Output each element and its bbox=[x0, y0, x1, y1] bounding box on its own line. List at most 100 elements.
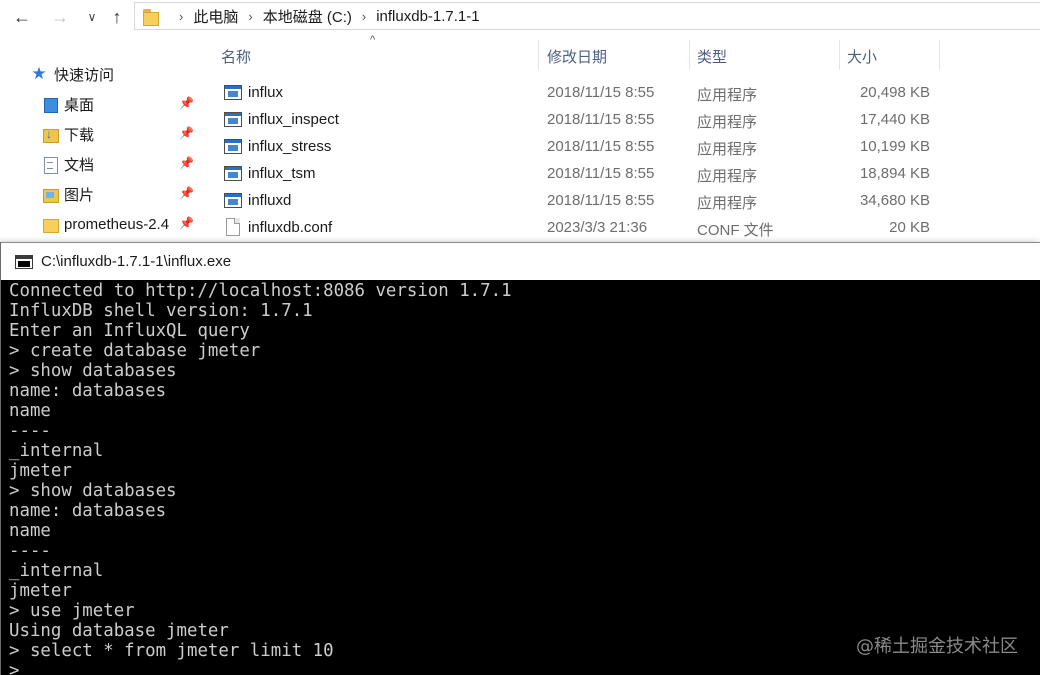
column-header-date[interactable]: 修改日期 bbox=[547, 44, 607, 68]
file-row-influx-inspect[interactable]: influx_inspect 2018/11/15 8:55 应用程序 17,4… bbox=[218, 107, 1040, 134]
breadcrumb-this-pc[interactable]: 此电脑 bbox=[193, 6, 238, 27]
file-name: influx_stress bbox=[248, 138, 332, 155]
file-name: influx_inspect bbox=[248, 111, 339, 128]
pin-icon[interactable]: 📌 bbox=[179, 186, 194, 200]
console-line: name bbox=[9, 521, 51, 541]
sidebar-item-label: 桌面 bbox=[64, 96, 95, 114]
console-line: Connected to http://localhost:8086 versi… bbox=[9, 281, 512, 301]
file-size: 10,199 KB bbox=[859, 138, 930, 155]
file-type: CONF 文件 bbox=[697, 222, 774, 239]
console-line: _internal bbox=[9, 441, 104, 461]
console-line: > create database jmeter bbox=[9, 341, 261, 361]
navigation-pane: ★ 快速访问 桌面 📌 下载 📌 文档 📌 图片 📌 prometheus-2.… bbox=[0, 58, 200, 243]
file-date: 2018/11/15 8:55 bbox=[547, 84, 655, 101]
file-name: influx bbox=[248, 84, 284, 101]
documents-folder-icon bbox=[42, 156, 58, 174]
file-row-influx-tsm[interactable]: influx_tsm 2018/11/15 8:55 应用程序 18,894 K… bbox=[218, 161, 1040, 188]
sidebar-item-label: prometheus-2.4 bbox=[64, 215, 170, 233]
file-date: 2018/11/15 8:55 bbox=[547, 138, 655, 155]
star-icon: ★ bbox=[31, 64, 47, 83]
file-row-influx[interactable]: influx 2018/11/15 8:55 应用程序 20,498 KB bbox=[218, 80, 1040, 107]
downloads-folder-icon bbox=[42, 126, 59, 143]
file-type: 应用程序 bbox=[697, 168, 758, 185]
console-line: jmeter bbox=[9, 581, 72, 601]
console-title-bar[interactable]: C:\influxdb-1.7.1-1\influx.exe bbox=[1, 242, 1040, 280]
column-divider[interactable] bbox=[939, 40, 940, 70]
breadcrumb-current-folder[interactable]: influxdb-1.7.1-1 bbox=[376, 8, 479, 25]
sidebar-item-downloads[interactable]: 下载 📌 bbox=[30, 122, 198, 146]
sidebar-item-label: 图片 bbox=[64, 186, 95, 204]
file-date: 2018/11/15 8:55 bbox=[547, 192, 655, 209]
file-size: 20 KB bbox=[889, 219, 930, 236]
recent-locations-chevron-icon[interactable]: ∨ bbox=[82, 4, 102, 30]
exe-icon bbox=[224, 139, 242, 154]
file-date: 2018/11/15 8:55 bbox=[547, 111, 655, 128]
back-arrow-icon[interactable]: ← bbox=[8, 4, 36, 30]
file-size: 18,894 KB bbox=[859, 165, 930, 182]
column-header-size[interactable]: 大小 bbox=[847, 44, 877, 68]
file-size: 17,440 KB bbox=[859, 111, 930, 128]
column-divider[interactable] bbox=[538, 40, 539, 70]
address-bar-row: ← → ∨ ↑ › 此电脑 › 本地磁盘 (C:) › influxdb-1.7… bbox=[0, 0, 1040, 34]
console-line: jmeter bbox=[9, 461, 72, 481]
column-divider[interactable] bbox=[839, 40, 840, 70]
sidebar-item-label: 下载 bbox=[64, 126, 95, 144]
address-bar[interactable]: › 此电脑 › 本地磁盘 (C:) › influxdb-1.7.1-1 bbox=[134, 2, 1040, 30]
console-output[interactable]: Connected to http://localhost:8086 versi… bbox=[1, 280, 1040, 675]
desktop-folder-icon bbox=[42, 96, 58, 113]
file-name: influxdb.conf bbox=[248, 219, 333, 236]
exe-icon bbox=[224, 193, 242, 208]
file-name: influx_tsm bbox=[248, 165, 316, 182]
sidebar-item-desktop[interactable]: 桌面 📌 bbox=[30, 92, 198, 116]
column-header-type[interactable]: 类型 bbox=[697, 44, 727, 68]
sidebar-item-label: 快速访问 bbox=[54, 66, 115, 84]
file-type: 应用程序 bbox=[697, 195, 758, 212]
console-line: ---- bbox=[9, 541, 51, 561]
console-line: name bbox=[9, 401, 51, 421]
console-line: name: databases bbox=[9, 501, 167, 521]
file-type: 应用程序 bbox=[697, 114, 758, 131]
console-line: _internal bbox=[9, 561, 104, 581]
breadcrumb-local-disk[interactable]: 本地磁盘 (C:) bbox=[263, 6, 352, 27]
console-line: > use jmeter bbox=[9, 601, 135, 621]
forward-arrow-icon[interactable]: → bbox=[46, 4, 74, 30]
sidebar-item-label: 文档 bbox=[64, 156, 95, 174]
pin-icon[interactable]: 📌 bbox=[179, 156, 194, 170]
console-app-icon[interactable] bbox=[15, 254, 33, 269]
file-size: 20,498 KB bbox=[859, 84, 930, 101]
exe-icon bbox=[224, 85, 242, 100]
console-line: > show databases bbox=[9, 361, 177, 381]
file-type: 应用程序 bbox=[697, 87, 758, 104]
pictures-folder-icon bbox=[42, 186, 59, 203]
console-title: C:\influxdb-1.7.1-1\influx.exe bbox=[41, 253, 232, 270]
pin-icon[interactable]: 📌 bbox=[179, 216, 194, 230]
console-line: name: databases bbox=[9, 381, 167, 401]
exe-icon bbox=[224, 166, 242, 181]
file-row-influxd[interactable]: influxd 2018/11/15 8:55 应用程序 34,680 KB bbox=[218, 188, 1040, 215]
file-name: influxd bbox=[248, 192, 292, 209]
console-prompt-line: > bbox=[9, 661, 20, 675]
sidebar-item-documents[interactable]: 文档 📌 bbox=[30, 152, 198, 176]
breadcrumb-separator: › bbox=[248, 8, 253, 24]
file-icon bbox=[226, 218, 240, 236]
column-header-name[interactable]: 名称 bbox=[221, 44, 251, 68]
sidebar-item-pictures[interactable]: 图片 📌 bbox=[30, 182, 198, 206]
pin-icon[interactable]: 📌 bbox=[179, 126, 194, 140]
up-arrow-icon[interactable]: ↑ bbox=[104, 4, 130, 30]
file-type: 应用程序 bbox=[697, 141, 758, 158]
sidebar-item-quick-access[interactable]: ★ 快速访问 bbox=[30, 62, 198, 86]
file-row-influxdb-conf[interactable]: influxdb.conf 2023/3/3 21:36 CONF 文件 20 … bbox=[218, 215, 1040, 242]
console-line: ---- bbox=[9, 421, 51, 441]
watermark: @稀土掘金技术社区 bbox=[856, 636, 1018, 657]
console-line: Enter an InfluxQL query bbox=[9, 321, 250, 341]
pin-icon[interactable]: 📌 bbox=[179, 96, 194, 110]
file-date: 2023/3/3 21:36 bbox=[547, 219, 648, 236]
console-line: InfluxDB shell version: 1.7.1 bbox=[9, 301, 313, 321]
column-divider[interactable] bbox=[689, 40, 690, 70]
sidebar-item-prometheus[interactable]: prometheus-2.4 📌 bbox=[30, 212, 198, 236]
console-window[interactable]: C:\influxdb-1.7.1-1\influx.exe Connected… bbox=[0, 242, 1040, 675]
file-row-influx-stress[interactable]: influx_stress 2018/11/15 8:55 应用程序 10,19… bbox=[218, 134, 1040, 161]
file-date: 2018/11/15 8:55 bbox=[547, 165, 655, 182]
folder-icon bbox=[42, 216, 59, 233]
file-size: 34,680 KB bbox=[859, 192, 930, 209]
